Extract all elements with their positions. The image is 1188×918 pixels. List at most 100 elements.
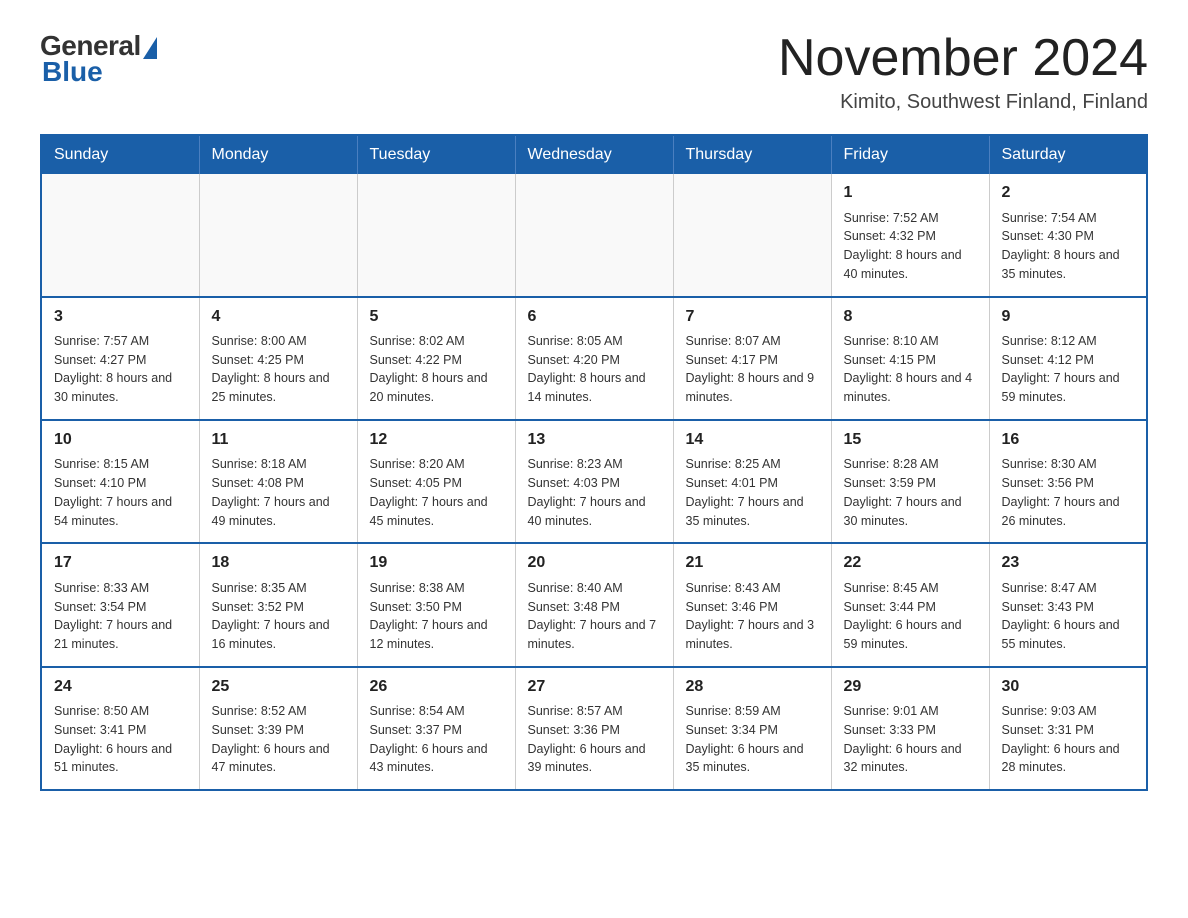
day-info: Sunrise: 8:18 AM Sunset: 4:08 PM Dayligh…: [212, 455, 345, 530]
calendar-cell: 29Sunrise: 9:01 AM Sunset: 3:33 PM Dayli…: [831, 667, 989, 790]
day-number: 2: [1002, 182, 1135, 204]
day-number: 20: [528, 552, 661, 574]
calendar-cell: 30Sunrise: 9:03 AM Sunset: 3:31 PM Dayli…: [989, 667, 1147, 790]
day-of-week-header: Friday: [831, 135, 989, 174]
day-info: Sunrise: 9:03 AM Sunset: 3:31 PM Dayligh…: [1002, 702, 1135, 777]
calendar-cell: 5Sunrise: 8:02 AM Sunset: 4:22 PM Daylig…: [357, 297, 515, 420]
calendar-week-row: 24 Sunrise: 8:50 AM Sunset: 3:41 PM Dayli…: [41, 667, 1147, 790]
day-info: Sunrise: 8:30 AM Sunset: 3:56 PM Dayligh…: [1002, 455, 1135, 530]
day-number: 6: [528, 306, 661, 328]
day-info: Sunrise: 8:33 AM Sunset: 3:54 PM Dayligh…: [54, 579, 187, 654]
day-info: Sunrise: 7:57 AM Sunset: 4:27 PM Dayligh…: [54, 332, 187, 407]
day-info: Sunrise: 8:07 AM Sunset: 4:17 PM Dayligh…: [686, 332, 819, 407]
calendar-cell: 22 Sunrise: 8:45 AM Sunset: 3:44 PM Dayli…: [831, 543, 989, 666]
day-number: 17: [54, 552, 187, 574]
calendar-cell: 21 Sunrise: 8:43 AM Sunset: 3:46 PM Dayli…: [673, 543, 831, 666]
day-info: Sunrise: 8:47 AM Sunset: 3:43 PM Dayligh…: [1002, 579, 1135, 654]
logo-blue-text: Blue: [42, 56, 103, 88]
logo: General Blue: [40, 30, 157, 88]
day-info: Sunrise: 8:59 AM Sunset: 3:34 PM Dayligh…: [686, 702, 819, 777]
calendar-cell: 9Sunrise: 8:12 AM Sunset: 4:12 PM Daylig…: [989, 297, 1147, 420]
day-info: Sunrise: 8:15 AM Sunset: 4:10 PM Dayligh…: [54, 455, 187, 530]
day-number: 4: [212, 306, 345, 328]
day-number: 29: [844, 676, 977, 698]
day-number: 7: [686, 306, 819, 328]
calendar-cell: 6 Sunrise: 8:05 AM Sunset: 4:20 PM Daylig…: [515, 297, 673, 420]
calendar-cell: 25 Sunrise: 8:52 AM Sunset: 3:39 PM Dayli…: [199, 667, 357, 790]
day-info: Sunrise: 8:38 AM Sunset: 3:50 PM Dayligh…: [370, 579, 503, 654]
calendar-cell: 18Sunrise: 8:35 AM Sunset: 3:52 PM Dayli…: [199, 543, 357, 666]
day-number: 18: [212, 552, 345, 574]
day-info: Sunrise: 8:40 AM Sunset: 3:48 PM Dayligh…: [528, 579, 661, 654]
calendar-week-row: 3Sunrise: 7:57 AM Sunset: 4:27 PM Daylig…: [41, 297, 1147, 420]
calendar-cell: 26 Sunrise: 8:54 AM Sunset: 3:37 PM Dayli…: [357, 667, 515, 790]
calendar-cell: 3Sunrise: 7:57 AM Sunset: 4:27 PM Daylig…: [41, 297, 199, 420]
calendar-cell: 17 Sunrise: 8:33 AM Sunset: 3:54 PM Dayli…: [41, 543, 199, 666]
day-of-week-header: Monday: [199, 135, 357, 174]
day-number: 9: [1002, 306, 1135, 328]
day-info: Sunrise: 8:02 AM Sunset: 4:22 PM Dayligh…: [370, 332, 503, 407]
calendar-week-row: 10Sunrise: 8:15 AM Sunset: 4:10 PM Dayli…: [41, 420, 1147, 543]
day-info: Sunrise: 7:54 AM Sunset: 4:30 PM Dayligh…: [1002, 209, 1135, 284]
calendar-cell: [515, 174, 673, 296]
day-info: Sunrise: 8:23 AM Sunset: 4:03 PM Dayligh…: [528, 455, 661, 530]
day-info: Sunrise: 8:45 AM Sunset: 3:44 PM Dayligh…: [844, 579, 977, 654]
calendar-cell: 24 Sunrise: 8:50 AM Sunset: 3:41 PM Dayli…: [41, 667, 199, 790]
day-info: Sunrise: 7:52 AM Sunset: 4:32 PM Dayligh…: [844, 209, 977, 284]
day-number: 28: [686, 676, 819, 698]
calendar-cell: 27 Sunrise: 8:57 AM Sunset: 3:36 PM Dayli…: [515, 667, 673, 790]
calendar-week-row: 17 Sunrise: 8:33 AM Sunset: 3:54 PM Dayli…: [41, 543, 1147, 666]
day-info: Sunrise: 8:57 AM Sunset: 3:36 PM Dayligh…: [528, 702, 661, 777]
calendar-cell: [673, 174, 831, 296]
day-number: 21: [686, 552, 819, 574]
day-number: 16: [1002, 429, 1135, 451]
calendar-header-row: SundayMondayTuesdayWednesdayThursdayFrid…: [41, 135, 1147, 174]
month-title: November 2024: [778, 30, 1148, 87]
day-of-week-header: Tuesday: [357, 135, 515, 174]
calendar-cell: [199, 174, 357, 296]
calendar-cell: 15 Sunrise: 8:28 AM Sunset: 3:59 PM Dayli…: [831, 420, 989, 543]
calendar-cell: 11 Sunrise: 8:18 AM Sunset: 4:08 PM Dayli…: [199, 420, 357, 543]
calendar-cell: 8 Sunrise: 8:10 AM Sunset: 4:15 PM Daylig…: [831, 297, 989, 420]
day-of-week-header: Thursday: [673, 135, 831, 174]
day-number: 26: [370, 676, 503, 698]
calendar-cell: 2 Sunrise: 7:54 AM Sunset: 4:30 PM Daylig…: [989, 174, 1147, 296]
calendar-table: SundayMondayTuesdayWednesdayThursdayFrid…: [40, 134, 1148, 791]
day-of-week-header: Wednesday: [515, 135, 673, 174]
day-info: Sunrise: 8:50 AM Sunset: 3:41 PM Dayligh…: [54, 702, 187, 777]
day-number: 25: [212, 676, 345, 698]
calendar-cell: 13 Sunrise: 8:23 AM Sunset: 4:03 PM Dayli…: [515, 420, 673, 543]
day-number: 22: [844, 552, 977, 574]
day-number: 8: [844, 306, 977, 328]
day-number: 11: [212, 429, 345, 451]
calendar-cell: 20 Sunrise: 8:40 AM Sunset: 3:48 PM Dayli…: [515, 543, 673, 666]
day-info: Sunrise: 8:10 AM Sunset: 4:15 PM Dayligh…: [844, 332, 977, 407]
day-info: Sunrise: 8:25 AM Sunset: 4:01 PM Dayligh…: [686, 455, 819, 530]
day-number: 27: [528, 676, 661, 698]
day-number: 24: [54, 676, 187, 698]
calendar-cell: 14 Sunrise: 8:25 AM Sunset: 4:01 PM Dayli…: [673, 420, 831, 543]
calendar-cell: [357, 174, 515, 296]
day-info: Sunrise: 8:00 AM Sunset: 4:25 PM Dayligh…: [212, 332, 345, 407]
calendar-cell: 28 Sunrise: 8:59 AM Sunset: 3:34 PM Dayli…: [673, 667, 831, 790]
logo-triangle-icon: [143, 37, 157, 59]
calendar-cell: 23 Sunrise: 8:47 AM Sunset: 3:43 PM Dayli…: [989, 543, 1147, 666]
calendar-cell: [41, 174, 199, 296]
calendar-cell: 10Sunrise: 8:15 AM Sunset: 4:10 PM Dayli…: [41, 420, 199, 543]
day-number: 1: [844, 182, 977, 204]
day-number: 15: [844, 429, 977, 451]
day-info: Sunrise: 8:52 AM Sunset: 3:39 PM Dayligh…: [212, 702, 345, 777]
day-info: Sunrise: 8:54 AM Sunset: 3:37 PM Dayligh…: [370, 702, 503, 777]
day-number: 23: [1002, 552, 1135, 574]
calendar-cell: 12Sunrise: 8:20 AM Sunset: 4:05 PM Dayli…: [357, 420, 515, 543]
day-info: Sunrise: 8:05 AM Sunset: 4:20 PM Dayligh…: [528, 332, 661, 407]
day-of-week-header: Sunday: [41, 135, 199, 174]
calendar-cell: 4 Sunrise: 8:00 AM Sunset: 4:25 PM Daylig…: [199, 297, 357, 420]
day-of-week-header: Saturday: [989, 135, 1147, 174]
day-info: Sunrise: 8:28 AM Sunset: 3:59 PM Dayligh…: [844, 455, 977, 530]
day-number: 14: [686, 429, 819, 451]
calendar-week-row: 1 Sunrise: 7:52 AM Sunset: 4:32 PM Daylig…: [41, 174, 1147, 296]
day-info: Sunrise: 8:43 AM Sunset: 3:46 PM Dayligh…: [686, 579, 819, 654]
location-subtitle: Kimito, Southwest Finland, Finland: [778, 91, 1148, 114]
day-number: 13: [528, 429, 661, 451]
